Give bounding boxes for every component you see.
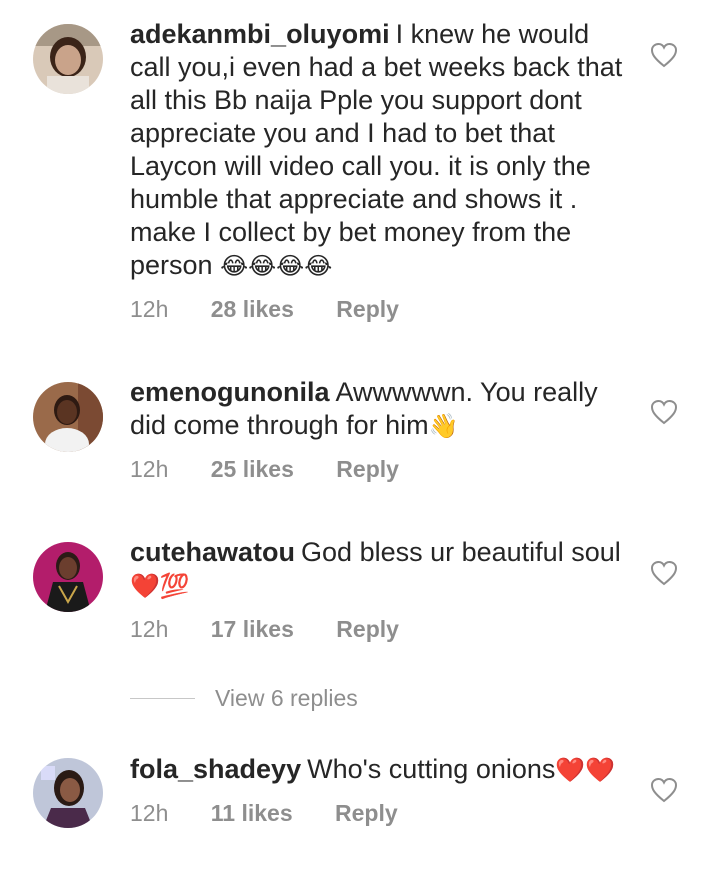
comment-body: cutehawatou God bless ur beautiful soul ❤… <box>130 536 630 603</box>
emoji: ❤️❤️ <box>555 756 616 784</box>
avatar[interactable] <box>33 542 103 612</box>
comment-username[interactable]: fola_shadeyy <box>130 754 301 784</box>
comment-time: 12h <box>130 456 169 482</box>
comment-username[interactable]: cutehawatou <box>130 537 295 567</box>
comment-meta: 12h 25 likes Reply <box>130 456 435 483</box>
reply-button[interactable]: Reply <box>336 616 399 642</box>
avatar-image <box>33 542 103 612</box>
reply-button[interactable]: Reply <box>336 296 399 322</box>
comment-time: 12h <box>130 616 169 642</box>
emoji: ❤️💯 <box>130 572 190 600</box>
likes-count[interactable]: 28 likes <box>211 296 294 322</box>
comment-meta: 12h 11 likes Reply <box>130 800 434 827</box>
comment-text: I knew he would call you,i even had a be… <box>130 19 623 280</box>
avatar-image <box>33 758 103 828</box>
like-heart-icon[interactable] <box>650 399 678 425</box>
view-replies-label: View 6 replies <box>215 684 358 711</box>
comment-username[interactable]: emenogunonila <box>130 377 330 407</box>
like-heart-icon[interactable] <box>650 42 678 68</box>
comment-body: emenogunonila Awwwwwn. You really did com… <box>130 376 630 443</box>
view-replies-divider <box>130 697 195 699</box>
comment-body: adekanmbi_oluyomi I knew he would call yo… <box>130 18 630 283</box>
comment-username[interactable]: adekanmbi_oluyomi <box>130 19 390 49</box>
avatar-image <box>33 382 103 452</box>
comment-time: 12h <box>130 296 169 322</box>
comment-text: God bless ur beautiful soul <box>301 537 621 567</box>
avatar[interactable] <box>33 382 103 452</box>
emoji: 😂😂😂😂 <box>220 252 333 280</box>
likes-count[interactable]: 11 likes <box>211 800 293 826</box>
likes-count[interactable]: 25 likes <box>211 456 294 482</box>
avatar-image <box>33 24 103 94</box>
like-heart-icon[interactable] <box>650 777 678 803</box>
avatar[interactable] <box>33 758 103 828</box>
comment-meta: 12h 17 likes Reply <box>130 616 435 643</box>
like-heart-icon[interactable] <box>650 560 678 586</box>
likes-count[interactable]: 17 likes <box>211 616 294 642</box>
reply-button[interactable]: Reply <box>336 456 399 482</box>
comment-meta: 12h 28 likes Reply <box>130 296 435 323</box>
avatar[interactable] <box>33 24 103 94</box>
reply-button[interactable]: Reply <box>335 800 398 826</box>
comment-text: Who's cutting onions <box>307 754 556 784</box>
comment-body: fola_shadeyy Who's cutting onions❤️❤️ <box>130 753 630 787</box>
emoji: 👋 <box>428 412 459 440</box>
comment-time: 12h <box>130 800 169 826</box>
view-replies-button[interactable]: View 6 replies <box>130 683 358 713</box>
